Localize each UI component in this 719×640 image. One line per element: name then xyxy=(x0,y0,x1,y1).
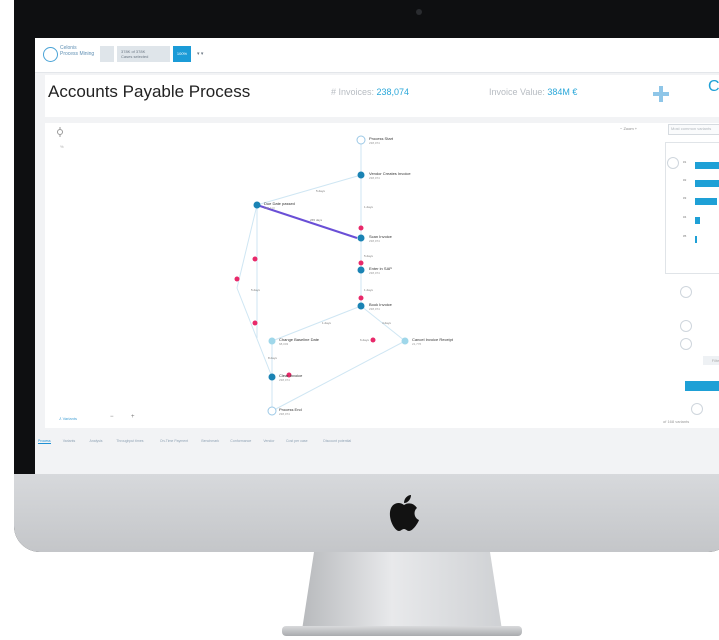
zoom-in-button[interactable]: + xyxy=(131,414,135,420)
edge-label: 1 days xyxy=(322,321,331,325)
node-label: Process Start 238,074 xyxy=(369,136,394,145)
tab-conformance[interactable]: Conformance xyxy=(230,439,251,443)
tab-variants[interactable]: Variants xyxy=(63,439,76,443)
histogram-bar[interactable] xyxy=(695,180,719,187)
event-dot xyxy=(370,337,376,343)
tab-vendor[interactable]: Vendor xyxy=(263,439,274,443)
edge-label: 5 days xyxy=(316,189,325,193)
edge-label: 5 days xyxy=(251,288,260,292)
node-process-end xyxy=(267,406,277,416)
tab-throughput-times[interactable]: Throughput times xyxy=(116,439,143,443)
imac-stand-neck xyxy=(302,552,502,630)
camera-icon xyxy=(416,9,422,15)
histogram-row-label: #4 xyxy=(683,215,687,219)
node-label: Process End 238,074 xyxy=(279,407,302,416)
apple-logo-icon xyxy=(389,495,419,531)
variants-toggle[interactable]: ⅄ Variants xyxy=(59,416,77,421)
node-label: Scan Invoice 238,074 xyxy=(369,234,392,243)
edge-label: 5 days xyxy=(364,254,373,258)
histogram-row-label: #1 xyxy=(683,160,687,164)
event-dot xyxy=(234,276,240,282)
zoom-control[interactable]: − Zoom + xyxy=(620,126,637,131)
reset-icon[interactable] xyxy=(667,157,679,169)
edge-label: 6 days xyxy=(360,338,369,342)
histogram-row-label: #5 xyxy=(683,234,687,238)
node-label: Clear Invoice 238,074 xyxy=(279,373,303,382)
node-process-start xyxy=(356,135,366,145)
tab-on-time-payment[interactable]: On-Time Payment xyxy=(160,439,188,443)
edge-label: 8 days xyxy=(268,356,277,360)
edge-label: 1 days xyxy=(364,288,373,292)
node-label: Book Invoice 238,074 xyxy=(369,302,392,311)
zoom-out-button[interactable]: − xyxy=(110,414,114,420)
sheet-tabs: Process Variants Analysis Throughput times O… xyxy=(35,438,719,446)
node-scan xyxy=(357,234,365,242)
edge-book-change xyxy=(271,305,362,342)
process-map-graph xyxy=(234,135,409,416)
edge-label: 265 days xyxy=(310,218,323,222)
slider-handle[interactable] xyxy=(680,338,692,350)
app-screen: Celonis Process Mining 378K of 378K Case… xyxy=(35,38,719,476)
node-change-baseline xyxy=(268,337,276,345)
histogram-row-label: #2 xyxy=(683,178,687,182)
tab-discount-potential[interactable]: Discount potential xyxy=(323,439,351,443)
event-dot xyxy=(252,256,258,262)
tab-cost-per-case[interactable]: Cost per case xyxy=(286,439,308,443)
variant-search-placeholder: Most common variants xyxy=(671,126,712,131)
node-label: Due Date passed 142,113 xyxy=(264,201,295,210)
event-dot xyxy=(358,260,364,266)
imac-chin xyxy=(14,474,719,552)
node-cancel xyxy=(401,337,409,345)
tab-analysis[interactable]: Analysis xyxy=(90,439,103,443)
node-label: Change Baseline Date 68,003 xyxy=(279,337,320,346)
event-dot xyxy=(358,295,364,301)
slider-handle[interactable] xyxy=(680,320,692,332)
variant-count-text: of 168 variants xyxy=(663,419,690,424)
node-clear xyxy=(268,373,276,381)
node-vendor-creates xyxy=(357,171,365,179)
node-label: Cancel Invoice Receipt 21,776 xyxy=(412,337,453,346)
node-due-date xyxy=(253,201,261,209)
histogram-bar[interactable] xyxy=(695,217,700,224)
histogram-bar[interactable] xyxy=(695,198,717,205)
node-label: Vendor Creates Invoice 238,074 xyxy=(369,171,411,180)
histogram-bar[interactable] xyxy=(695,162,719,169)
edge-label: 1 days xyxy=(364,205,373,209)
slider-handle[interactable] xyxy=(680,286,692,298)
event-dot xyxy=(358,225,364,231)
tab-process[interactable]: Process xyxy=(38,439,51,444)
chevron-left-icon[interactable] xyxy=(691,403,703,415)
edge-label: 4 days xyxy=(382,321,391,325)
histogram-row-label: #3 xyxy=(683,196,687,200)
node-enter-sap xyxy=(357,266,365,274)
imac-stand-foot xyxy=(282,626,522,636)
histogram-bar[interactable] xyxy=(695,236,697,243)
node-book xyxy=(357,302,365,310)
filter-button[interactable]: Filter on xyxy=(703,356,719,365)
node-label: Enter in SAP 238,074 xyxy=(369,266,392,275)
tab-benchmark[interactable]: Benchmark xyxy=(201,439,219,443)
event-dot xyxy=(252,320,258,326)
apply-button[interactable] xyxy=(685,381,719,391)
